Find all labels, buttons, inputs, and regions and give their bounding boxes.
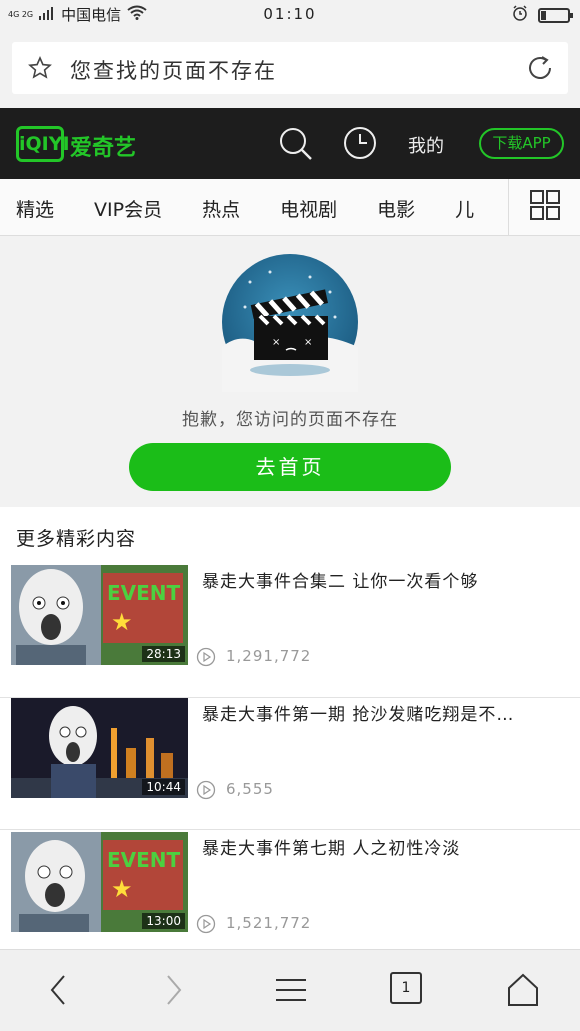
video-thumbnail[interactable]: EVENT ★ 13:00 <box>11 832 188 932</box>
status-right <box>512 5 573 25</box>
category-tab[interactable]: 儿 <box>455 195 474 222</box>
svg-text:EVENT: EVENT <box>107 581 181 605</box>
clapperboard-illustration: × × <box>220 252 360 392</box>
battery-fill <box>541 10 546 20</box>
video-list-item[interactable]: 10:44 暴走大事件第一期 抢沙发赌吃翔是不… 6,555 <box>0 698 580 830</box>
back-arrow-icon[interactable] <box>44 972 72 1012</box>
go-home-button[interactable]: 去首页 <box>129 443 451 491</box>
category-tab[interactable]: 电影 <box>377 195 415 222</box>
svg-text:×: × <box>304 337 312 348</box>
category-list: 精选 VIP会员 热点 电视剧 电影 儿 <box>16 195 514 222</box>
all-categories-button[interactable] <box>508 179 580 235</box>
video-thumbnail[interactable]: EVENT ★ 28:13 <box>11 565 188 665</box>
svg-text:★: ★ <box>111 875 133 903</box>
category-tab[interactable]: 精选 <box>16 195 54 222</box>
status-bar: 4G 2G 中国电信 01:10 <box>0 0 580 30</box>
menu-icon[interactable] <box>274 972 308 1012</box>
category-tab[interactable]: 热点 <box>202 195 240 222</box>
error-section: × × 抱歉，您访问的页面不存在 去首页 <box>0 237 580 507</box>
video-list-item[interactable]: EVENT ★ 28:13 暴走大事件合集二 让你一次看个够 1,291,772 <box>0 565 580 698</box>
battery-icon <box>538 7 573 23</box>
browser-bottom-bar: 1 <box>0 949 580 1031</box>
clock-time: 01:10 <box>263 5 317 23</box>
view-count: 1,291,772 <box>226 647 312 665</box>
reload-icon[interactable] <box>528 55 556 85</box>
video-duration: 28:13 <box>142 646 185 662</box>
iqiyi-logo[interactable]: iQIYI <box>16 126 70 162</box>
forward-arrow-icon[interactable] <box>160 972 188 1012</box>
play-count-icon <box>196 647 216 671</box>
video-thumbnail[interactable]: 10:44 <box>11 698 188 798</box>
tabs-button[interactable]: 1 <box>390 972 422 1004</box>
search-icon[interactable] <box>278 126 314 166</box>
category-nav: 精选 VIP会员 热点 电视剧 电影 儿 <box>0 179 580 236</box>
video-title[interactable]: 暴走大事件合集二 让你一次看个够 <box>202 567 572 592</box>
svg-text:×: × <box>272 337 280 348</box>
home-icon[interactable] <box>506 972 540 1012</box>
bookmark-star-icon[interactable] <box>28 56 52 84</box>
brand-name[interactable]: 爱奇艺 <box>70 130 136 162</box>
more-content-section: 更多精彩内容 EVENT ★ 28:13 暴走大事件合集二 让你一次看个够 1,… <box>0 507 580 949</box>
video-title[interactable]: 暴走大事件第一期 抢沙发赌吃翔是不… <box>202 700 572 725</box>
svg-text:★: ★ <box>111 608 133 636</box>
video-list-item[interactable]: EVENT ★ 13:00 暴走大事件第七期 人之初性冷淡 1,521,772 <box>0 832 580 949</box>
video-title[interactable]: 暴走大事件第七期 人之初性冷淡 <box>202 834 572 859</box>
category-tab[interactable]: 电视剧 <box>280 195 337 222</box>
alarm-icon <box>512 5 528 25</box>
play-count-icon <box>196 914 216 938</box>
view-count: 6,555 <box>226 780 274 798</box>
error-message: 抱歉，您访问的页面不存在 <box>182 410 398 430</box>
download-app-button[interactable]: 下载APP <box>479 128 564 159</box>
url-text[interactable]: 您查找的页面不存在 <box>70 55 277 85</box>
category-tab[interactable]: VIP会员 <box>94 195 162 222</box>
my-account-link[interactable]: 我的 <box>408 132 444 158</box>
grid-icon <box>529 190 560 224</box>
iqiyi-header: iQIYI 爱奇艺 我的 下载APP <box>0 108 580 179</box>
history-clock-icon[interactable] <box>343 126 377 164</box>
view-count: 1,521,772 <box>226 914 312 932</box>
video-duration: 13:00 <box>142 913 185 929</box>
play-count-icon <box>196 780 216 804</box>
video-duration: 10:44 <box>142 779 185 795</box>
address-bar[interactable]: 您查找的页面不存在 <box>12 42 568 94</box>
section-title: 更多精彩内容 <box>16 528 137 550</box>
svg-text:EVENT: EVENT <box>107 848 181 872</box>
